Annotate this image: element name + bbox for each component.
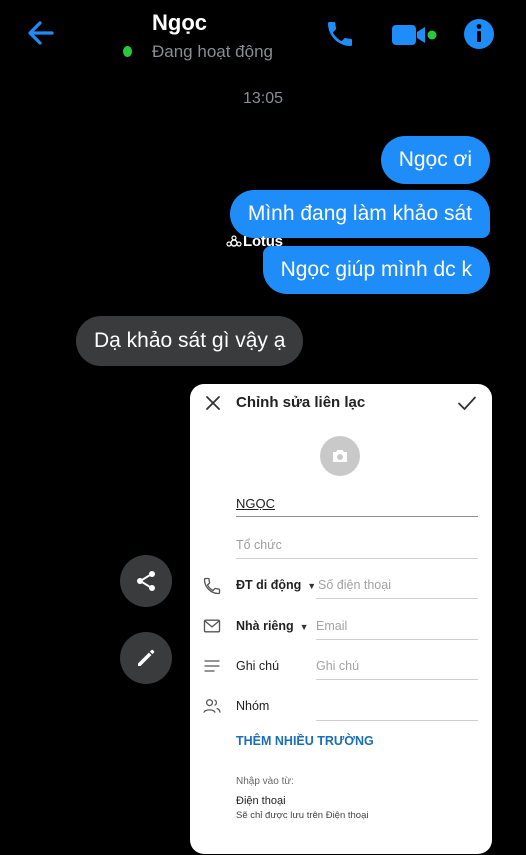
camera-icon [333, 450, 347, 462]
note-label: Ghi chú [236, 659, 280, 673]
phone-type-dropdown[interactable]: ĐT di động ▼ [236, 578, 316, 592]
email-type-dropdown[interactable]: Nhà riêng ▼ [236, 619, 309, 633]
pencil-icon [138, 649, 155, 666]
phone-field-icon [203, 577, 221, 595]
close-icon[interactable] [202, 392, 224, 414]
received-message-bubble[interactable]: Dạ khảo sát gì vậy ạ [76, 316, 304, 366]
name-underline [236, 516, 478, 517]
edit-button[interactable] [120, 632, 172, 684]
import-from-label: Nhập vào từ: [236, 776, 294, 787]
back-arrow-icon[interactable] [24, 16, 58, 50]
sent-message-bubble[interactable]: Mình đang làm khảo sát [229, 190, 490, 238]
name-input[interactable]: NGỌC [236, 496, 275, 511]
import-from-value[interactable]: Điện thoại [236, 795, 286, 807]
contact-name[interactable]: Ngọc [152, 10, 207, 36]
email-field-icon [203, 619, 221, 633]
email-type-label: Nhà riêng [236, 619, 294, 633]
phone-type-label: ĐT di động [236, 578, 302, 592]
organization-underline [236, 558, 478, 559]
contact-photo-button[interactable] [320, 436, 360, 476]
phone-number-input[interactable]: Số điện thoại [318, 578, 391, 592]
note-input[interactable]: Ghi chú [316, 659, 359, 673]
info-icon[interactable] [463, 18, 495, 50]
dropdown-caret-icon: ▼ [299, 622, 309, 632]
phone-icon[interactable] [324, 18, 356, 50]
group-selector[interactable]: Nhóm [236, 699, 269, 713]
card-title: Chỉnh sửa liên lạc [236, 394, 366, 411]
edit-contact-card: Chỉnh sửa liên lạc NGỌC Tổ chức ĐT di độ… [190, 384, 492, 854]
watermark-text: Lotus [243, 233, 283, 250]
email-underline [316, 639, 478, 640]
phone-underline [316, 598, 478, 599]
organization-input[interactable]: Tổ chức [236, 538, 282, 552]
storage-note: Sẽ chỉ được lưu trên Điện thoại [236, 810, 369, 821]
sent-message-bubble[interactable]: Ngọc ơi [380, 136, 490, 184]
message-timestamp: 13:05 [242, 90, 284, 107]
share-icon [137, 571, 155, 591]
note-underline [316, 679, 478, 680]
group-field-icon [203, 699, 221, 713]
sent-message-bubble[interactable]: Ngọc giúp mình dc k [262, 246, 490, 294]
checkmark-icon[interactable] [456, 392, 478, 414]
email-input[interactable]: Email [316, 619, 347, 633]
lotus-logo-icon [226, 235, 242, 247]
notes-field-icon [204, 660, 220, 672]
lotus-watermark: Lotus [243, 233, 283, 250]
online-indicator [123, 46, 132, 57]
add-more-fields-button[interactable]: THÊM NHIỀU TRƯỜNG [236, 734, 374, 748]
group-underline [316, 720, 478, 721]
share-button[interactable] [120, 555, 172, 607]
dropdown-caret-icon: ▼ [307, 581, 317, 591]
active-status: Đang hoạt động [152, 42, 273, 61]
video-camera-icon[interactable] [390, 20, 438, 50]
